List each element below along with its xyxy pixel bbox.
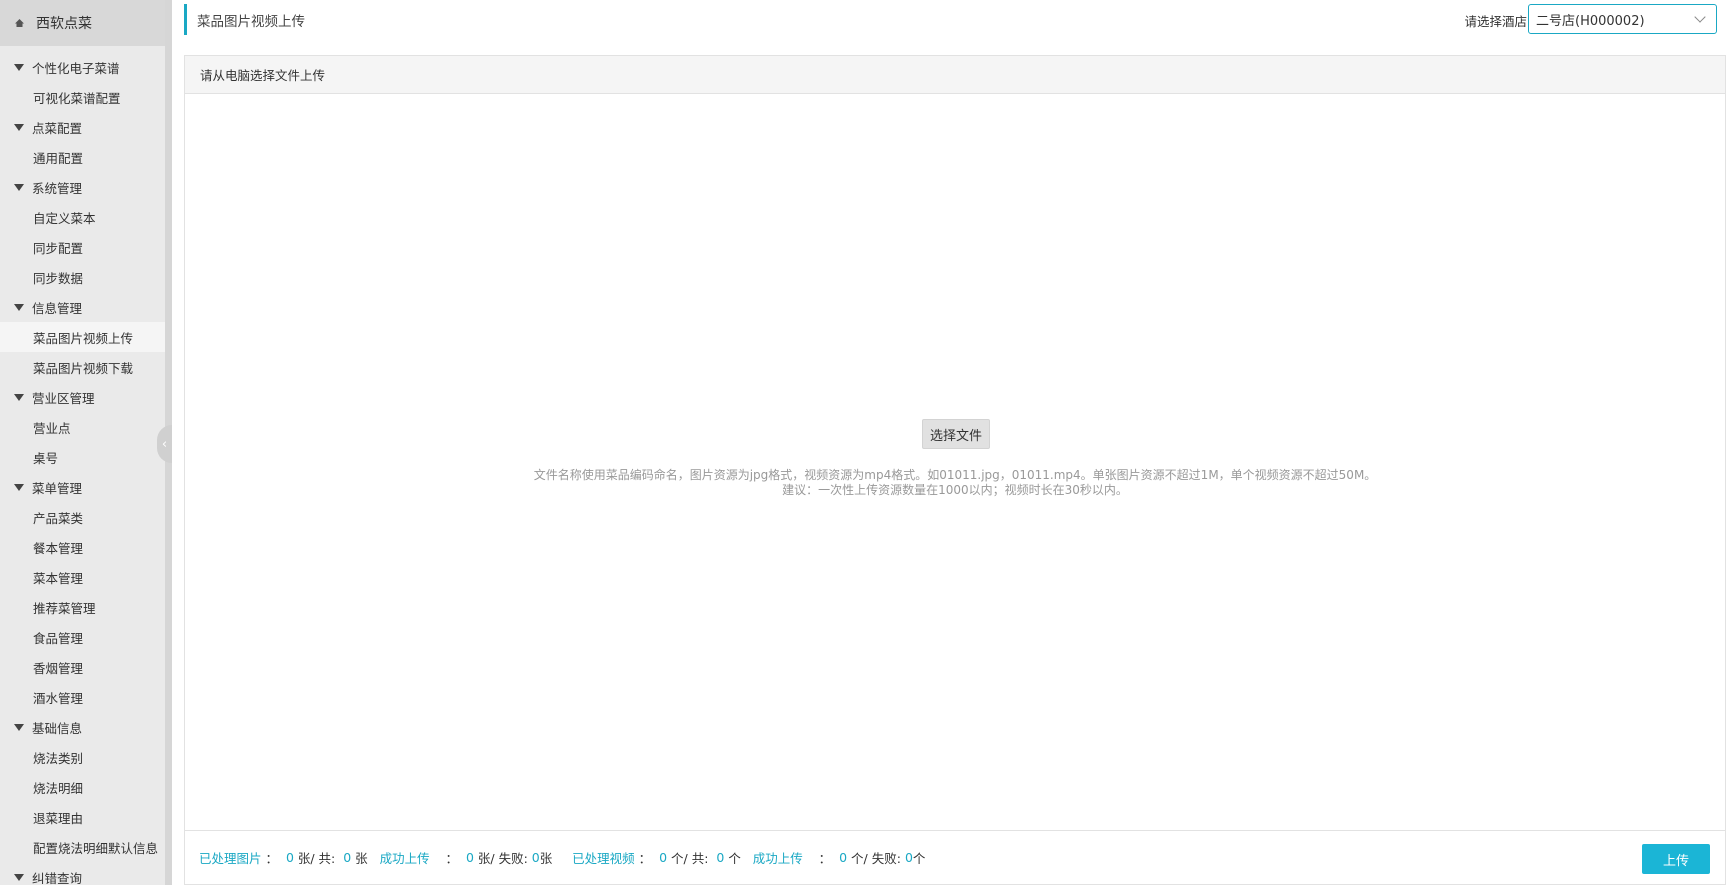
- processed-videos-count: 0: [659, 850, 668, 865]
- sidebar-group-label: 系统管理: [32, 180, 83, 196]
- sidebar-group-label: 营业区管理: [32, 390, 95, 406]
- hotel-select-value: 二号店(H000002): [1536, 13, 1645, 29]
- sidebar-header[interactable]: 西软点菜: [0, 0, 172, 46]
- sidebar-item[interactable]: 同步数据: [0, 262, 172, 292]
- sidebar-item[interactable]: 产品菜类: [0, 502, 172, 532]
- processed-videos-label: 已处理视频: [572, 851, 635, 866]
- upload-button[interactable]: 上传: [1642, 844, 1710, 874]
- home-icon: [14, 18, 25, 28]
- sidebar-item[interactable]: 推荐菜管理: [0, 592, 172, 622]
- sidebar-item[interactable]: 菜品图片视频下载: [0, 352, 172, 382]
- images-unit: 张: [355, 851, 368, 866]
- images-fail-unit: 张: [539, 851, 553, 866]
- upload-hint-line2: 建议：一次性上传资源数量在1000以内；视频时长在30秒以内。: [782, 483, 1128, 497]
- sidebar-item[interactable]: 退菜理由: [0, 802, 172, 832]
- caret-down-icon: [14, 393, 24, 401]
- processed-images-label: 已处理图片: [199, 851, 262, 866]
- videos-total-count: 0: [716, 850, 725, 865]
- sidebar-collapse-toggle[interactable]: ‹: [157, 425, 172, 463]
- caret-down-icon: [14, 723, 24, 731]
- sidebar-item[interactable]: 营业点: [0, 412, 172, 442]
- sidebar-group[interactable]: 系统管理: [0, 172, 172, 202]
- panel-heading: 请从电脑选择文件上传: [185, 56, 1725, 94]
- sidebar-group-label: 个性化电子菜谱: [32, 60, 120, 76]
- caret-down-icon: [14, 183, 24, 191]
- sidebar-group[interactable]: 菜单管理: [0, 472, 172, 502]
- page-title: 菜品图片视频上传: [184, 4, 305, 35]
- upload-stats-bar: 已处理图片 ： 0 张/ 共: 0 张 成功上传 ： 0 张/ 失败: 0张 已…: [185, 830, 1725, 884]
- caret-down-icon: [14, 483, 24, 491]
- images-success-count: 0: [465, 850, 474, 865]
- images-success-label: 成功上传: [379, 851, 430, 866]
- sidebar-item[interactable]: 餐本管理: [0, 532, 172, 562]
- caret-down-icon: [14, 303, 24, 311]
- caret-down-icon: [14, 873, 24, 881]
- sidebar-group[interactable]: 基础信息: [0, 712, 172, 742]
- processed-images-count: 0: [285, 850, 294, 865]
- images-total-count: 0: [343, 850, 352, 865]
- sidebar-item[interactable]: 可视化菜谱配置: [0, 82, 172, 112]
- sidebar-group[interactable]: 纠错查询: [0, 862, 172, 885]
- sidebar-item[interactable]: 同步配置: [0, 232, 172, 262]
- images-fail-count: 0: [531, 850, 540, 865]
- videos-unit: 个: [728, 851, 741, 866]
- videos-fail-sep: 个/ 失败:: [851, 851, 901, 866]
- sidebar-group[interactable]: 点菜配置: [0, 112, 172, 142]
- videos-success-count: 0: [839, 850, 848, 865]
- sidebar-menu: 个性化电子菜谱可视化菜谱配置点菜配置通用配置系统管理自定义菜本 同步配置 同步数据信…: [0, 46, 172, 885]
- choose-file-button[interactable]: 选择文件: [922, 419, 990, 449]
- chevron-left-icon: ‹: [161, 436, 168, 452]
- sidebar-item[interactable]: 食品管理: [0, 622, 172, 652]
- sidebar-item[interactable]: 香烟管理: [0, 652, 172, 682]
- sidebar-group-label: 基础信息: [32, 720, 83, 736]
- images-total-sep: 张/ 共:: [297, 851, 336, 866]
- sidebar-item[interactable]: 烧法类别: [0, 742, 172, 772]
- sidebar-group-label: 点菜配置: [32, 120, 83, 136]
- videos-total-sep: 个/ 共:: [671, 851, 709, 866]
- sidebar: 西软点菜 个性化电子菜谱可视化菜谱配置点菜配置通用配置系统管理自定义菜本 同步配置…: [0, 0, 172, 885]
- sidebar-item[interactable]: 通用配置: [0, 142, 172, 172]
- sidebar-item[interactable]: 烧法明细: [0, 772, 172, 802]
- sidebar-item[interactable]: 桌号: [0, 442, 172, 472]
- sidebar-group[interactable]: 信息管理: [0, 292, 172, 322]
- sidebar-group-label: 菜单管理: [32, 480, 83, 496]
- chevron-down-icon: [1694, 11, 1706, 23]
- sidebar-item[interactable]: 酒水管理: [0, 682, 172, 712]
- videos-success-label: 成功上传: [752, 851, 803, 866]
- sidebar-group-label: 信息管理: [32, 300, 83, 316]
- sidebar-group[interactable]: 个性化电子菜谱: [0, 52, 172, 82]
- videos-fail-count: 0: [904, 850, 913, 865]
- sidebar-item[interactable]: 菜本管理: [0, 562, 172, 592]
- caret-down-icon: [14, 63, 24, 71]
- caret-down-icon: [14, 123, 24, 131]
- sidebar-group[interactable]: 营业区管理: [0, 382, 172, 412]
- hotel-select-label: 请选择酒店: [1464, 14, 1527, 29]
- sidebar-item[interactable]: 自定义菜本: [0, 202, 172, 232]
- sidebar-item[interactable]: 配置烧法明细默认信息: [0, 832, 172, 862]
- images-fail-sep: 张/ 失败:: [477, 851, 528, 866]
- sidebar-item[interactable]: 菜品图片视频上传: [0, 322, 172, 352]
- upload-panel: 请从电脑选择文件上传 选择文件 文件名称使用菜品编码命名，图片资源为jpg格式，…: [184, 55, 1726, 885]
- hotel-select[interactable]: 二号店(H000002): [1528, 4, 1717, 34]
- sidebar-group-label: 纠错查询: [32, 870, 83, 885]
- videos-fail-unit: 个: [912, 851, 926, 866]
- app-title: 西软点菜: [36, 16, 92, 32]
- top-bar: 菜品图片视频上传 请选择酒店 二号店(H000002): [184, 0, 1729, 42]
